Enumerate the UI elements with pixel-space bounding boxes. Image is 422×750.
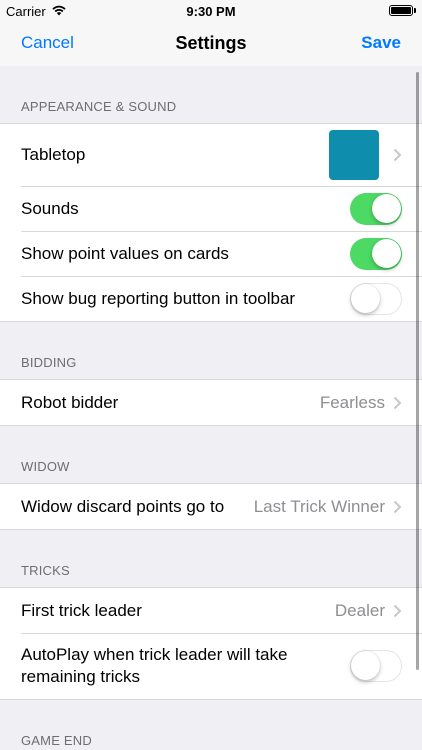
group-tricks: First trick leader Dealer AutoPlay when … (0, 587, 422, 700)
chevron-right-icon (393, 396, 402, 409)
scroll-indicator[interactable] (416, 72, 419, 670)
clock: 9:30 PM (186, 4, 236, 19)
tabletop-label: Tabletop (21, 145, 86, 164)
page-title: Settings (175, 33, 247, 53)
navigation-bar: Cancel Settings Save (0, 22, 422, 66)
sounds-label: Sounds (21, 198, 79, 218)
status-bar: Carrier 9:30 PM (0, 0, 422, 22)
section-header-label: GAME END (21, 733, 92, 748)
section-header-bidding: BIDDING (0, 322, 422, 379)
sounds-toggle[interactable] (350, 192, 402, 225)
autoplay-row: AutoPlay when trick leader will take rem… (0, 633, 422, 699)
autoplay-label-line1: AutoPlay when trick leader will take (21, 645, 288, 664)
group-widow: Widow discard points go to Last Trick Wi… (0, 483, 422, 530)
autoplay-toggle[interactable] (350, 650, 402, 682)
point-values-row: Show point values on cards (0, 231, 422, 276)
autoplay-label-line2: remaining tricks (21, 667, 141, 686)
section-header-game-end: GAME END (0, 700, 422, 750)
bug-button-row: Show bug reporting button in toolbar (0, 276, 422, 321)
widow-discard-value: Last Trick Winner (253, 496, 385, 516)
sounds-row: Sounds (0, 186, 422, 231)
chevron-right-icon (393, 500, 402, 513)
section-header-widow: WIDOW (0, 426, 422, 483)
tabletop-color-swatch (329, 130, 379, 180)
first-trick-leader-label: First trick leader (21, 600, 142, 620)
tabletop-row[interactable]: Tabletop (0, 124, 422, 186)
section-header-label: APPEARANCE & SOUND (21, 99, 177, 114)
settings-list[interactable]: APPEARANCE & SOUND Tabletop Sounds Show … (0, 66, 422, 750)
section-header-label: BIDDING (21, 355, 77, 370)
widow-discard-label: Widow discard points go to (21, 496, 225, 516)
group-bidding: Robot bidder Fearless (0, 379, 422, 426)
point-values-label: Show point values on cards (21, 243, 229, 263)
battery-icon (389, 5, 413, 16)
chevron-right-icon (393, 148, 402, 162)
group-appearance: Tabletop Sounds Show point values on car… (0, 123, 422, 322)
battery-tip (414, 8, 416, 13)
section-header-tricks: TRICKS (0, 530, 422, 587)
save-button[interactable]: Save (361, 33, 401, 53)
section-header-label: TRICKS (21, 563, 70, 578)
chevron-right-icon (393, 604, 402, 617)
first-trick-leader-value: Dealer (334, 600, 385, 620)
robot-bidder-row[interactable]: Robot bidder Fearless (0, 380, 422, 425)
robot-bidder-value: Fearless (319, 392, 385, 412)
widow-discard-row[interactable]: Widow discard points go to Last Trick Wi… (0, 484, 422, 529)
section-header-appearance: APPEARANCE & SOUND (0, 66, 422, 123)
point-values-toggle[interactable] (350, 237, 402, 270)
robot-bidder-label: Robot bidder (21, 392, 119, 412)
bug-button-label: Show bug reporting button in toolbar (21, 288, 296, 308)
bug-button-toggle[interactable] (350, 282, 402, 315)
autoplay-label: AutoPlay when trick leader will take rem… (21, 644, 350, 688)
section-header-label: WIDOW (21, 459, 70, 474)
first-trick-leader-row[interactable]: First trick leader Dealer (0, 588, 422, 633)
